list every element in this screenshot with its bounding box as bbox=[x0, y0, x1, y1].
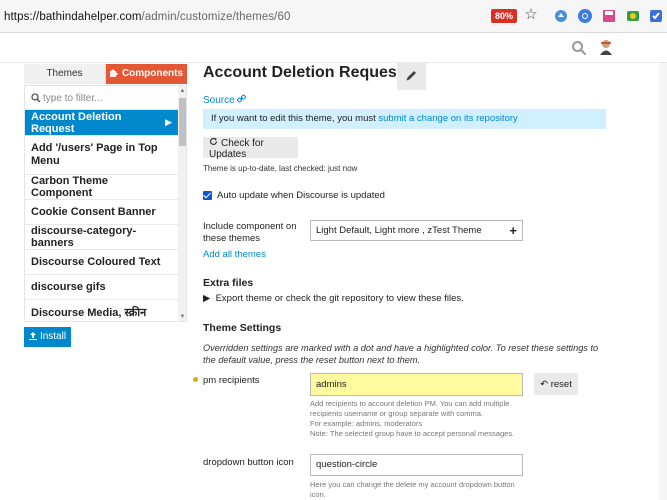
dropdown-button-icon-label: dropdown button icon bbox=[203, 457, 294, 468]
source-label: Source bbox=[203, 95, 235, 106]
page-title: Account Deletion Request bbox=[203, 64, 403, 81]
save-icon[interactable] bbox=[601, 8, 617, 24]
theme-filter bbox=[25, 86, 178, 110]
page-scrollbar[interactable] bbox=[659, 63, 667, 500]
star-icon[interactable]: ☆ bbox=[523, 7, 539, 23]
pm-recipients-input[interactable]: admins bbox=[310, 373, 523, 396]
theme-item-label: discourse gifs bbox=[31, 281, 106, 293]
scroll-down-icon[interactable]: ▼ bbox=[179, 313, 186, 321]
source-link[interactable]: Source bbox=[203, 94, 247, 106]
help-line: Add recipients to account deletion PM. Y… bbox=[310, 399, 510, 408]
check-for-updates-button[interactable]: Check for Updates bbox=[203, 137, 298, 160]
url-path: /admin/customize/themes/60 bbox=[141, 11, 291, 23]
search-icon bbox=[31, 93, 41, 103]
browser-address-bar: https://bathindahelper.com/admin/customi… bbox=[0, 0, 667, 33]
theme-filter-input[interactable] bbox=[43, 89, 173, 107]
tab-components[interactable]: Components bbox=[106, 64, 187, 84]
remote-theme-notice: If you want to edit this theme, you must… bbox=[203, 109, 606, 129]
avatar[interactable] bbox=[597, 38, 615, 56]
add-all-themes-link[interactable]: Add all themes bbox=[203, 249, 266, 260]
theme-settings-heading: Theme Settings bbox=[203, 322, 282, 334]
auto-update-setting: Auto update when Discourse is updated bbox=[203, 190, 385, 201]
chrome-icon[interactable] bbox=[577, 8, 593, 24]
theme-item-discourse-media[interactable]: Discourse Media, स्क्रीन bbox=[25, 300, 178, 321]
include-component-label: Include component on these themes bbox=[203, 221, 297, 244]
caret-right-icon: ▶ bbox=[165, 117, 172, 127]
extension-icon[interactable] bbox=[553, 8, 569, 24]
auto-update-label: Auto update when Discourse is updated bbox=[217, 190, 385, 201]
help-line: icon. bbox=[310, 490, 326, 499]
search-icon[interactable] bbox=[571, 40, 587, 56]
puzzle-icon bbox=[109, 69, 118, 77]
theme-item-label: Account Deletion Request bbox=[31, 110, 122, 135]
theme-item-add-users-page[interactable]: Add '/users' Page in Top Menu bbox=[25, 136, 178, 175]
tab-components-label: Components bbox=[121, 68, 184, 79]
url-field[interactable]: https://bathindahelper.com/admin/customi… bbox=[4, 11, 290, 23]
help-line: For example: admins, moderators bbox=[310, 419, 423, 428]
sync-icon bbox=[209, 137, 218, 145]
extension-icon[interactable] bbox=[625, 8, 641, 24]
pm-recipients-help: Add recipients to account deletion PM. Y… bbox=[310, 399, 540, 439]
scroll-up-icon[interactable]: ▲ bbox=[179, 87, 186, 95]
dropdown-button-icon-help: Here you can change the delete my accoun… bbox=[310, 480, 535, 500]
include-themes-select[interactable]: Light Default, Light more , zTest Theme + bbox=[310, 220, 523, 241]
theme-list-scrollbar[interactable]: ▲ ▼ bbox=[178, 86, 186, 321]
submit-change-link[interactable]: submit a change on its repository bbox=[378, 113, 517, 124]
reset-label: reset bbox=[550, 378, 572, 390]
auto-update-checkbox[interactable] bbox=[203, 191, 212, 200]
extra-files-toggle[interactable]: ▶ Export theme or check the git reposito… bbox=[203, 293, 464, 304]
install-button[interactable]: Install bbox=[24, 327, 71, 347]
theme-list: Account Deletion Request ▶ Add '/users' P… bbox=[25, 110, 178, 321]
theme-type-tabs: Themes Components bbox=[24, 64, 187, 84]
extension-icon[interactable] bbox=[648, 8, 664, 24]
link-icon bbox=[237, 94, 247, 103]
undo-icon: ↶ bbox=[540, 378, 549, 390]
pencil-icon bbox=[406, 71, 416, 81]
caret-right-icon: ▶ bbox=[203, 293, 216, 304]
edit-name-button[interactable] bbox=[397, 62, 426, 90]
help-line: recipients username or group separate wi… bbox=[310, 409, 483, 418]
upload-icon bbox=[28, 332, 37, 340]
help-line: Note: The selected group have to accept … bbox=[310, 429, 515, 438]
theme-item-label: discourse-category-banners bbox=[31, 225, 137, 249]
theme-item-discourse-category-banners[interactable]: discourse-category-banners bbox=[25, 225, 178, 250]
theme-item-discourse-coloured-text[interactable]: Discourse Coloured Text bbox=[25, 250, 178, 275]
notice-text: If you want to edit this theme, you must bbox=[211, 113, 379, 124]
tab-themes[interactable]: Themes bbox=[24, 64, 106, 84]
site-header bbox=[0, 33, 667, 63]
update-status: Theme is up-to-date, last checked: just … bbox=[203, 164, 358, 173]
dropdown-button-icon-input[interactable]: question-circle bbox=[310, 454, 523, 476]
theme-list-panel: Account Deletion Request ▶ Add '/users' P… bbox=[24, 85, 187, 322]
theme-item-account-deletion-request[interactable]: Account Deletion Request ▶ bbox=[25, 110, 178, 136]
help-line: Here you can change the delete my accoun… bbox=[310, 480, 515, 489]
extra-files-heading: Extra files bbox=[203, 277, 254, 289]
include-themes-value: Light Default, Light more , zTest Theme bbox=[316, 225, 482, 236]
theme-item-carbon-theme-component[interactable]: Carbon Theme Component bbox=[25, 175, 178, 200]
pm-recipients-label: pm recipients bbox=[203, 375, 260, 386]
theme-item-label: Add '/users' Page in Top Menu bbox=[31, 142, 158, 167]
zoom-badge[interactable]: 80% bbox=[491, 9, 517, 23]
theme-item-cookie-consent-banner[interactable]: Cookie Consent Banner bbox=[25, 200, 178, 225]
plus-icon[interactable]: + bbox=[509, 221, 517, 240]
reset-button[interactable]: ↶ reset bbox=[534, 373, 578, 395]
overridden-indicator bbox=[193, 377, 198, 382]
theme-item-label: Cookie Consent Banner bbox=[31, 206, 156, 218]
extra-files-text: Export theme or check the git repository… bbox=[215, 293, 464, 304]
theme-item-label: Discourse Coloured Text bbox=[31, 256, 161, 268]
url-host: https://bathindahelper.com bbox=[4, 11, 142, 23]
install-label: Install bbox=[39, 331, 67, 342]
theme-item-discourse-gifs[interactable]: discourse gifs bbox=[25, 275, 178, 300]
theme-item-label: Discourse Media, स्क्रीन bbox=[31, 306, 147, 319]
theme-item-label: Carbon Theme Component bbox=[31, 175, 109, 199]
theme-settings-description: Overridden settings are marked with a do… bbox=[203, 343, 599, 365]
scrollbar-thumb[interactable] bbox=[179, 98, 186, 146]
